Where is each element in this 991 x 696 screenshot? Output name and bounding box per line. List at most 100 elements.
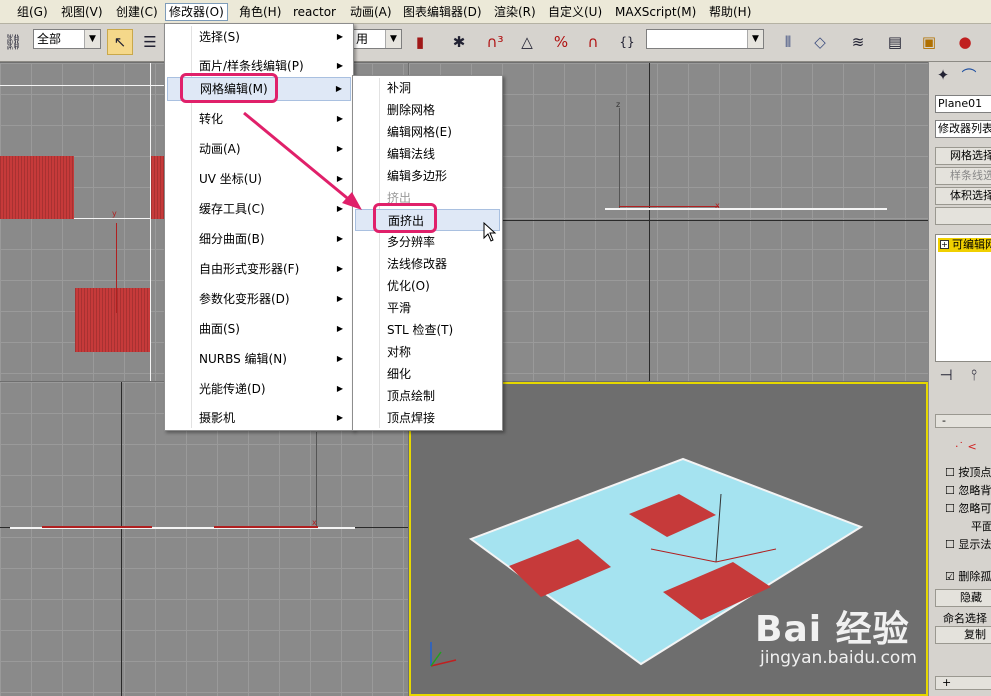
- menu-bar: 组(G) 视图(V) 创建(C) 修改器(O) 角色(H) reactor 动画…: [0, 0, 991, 24]
- menu-item-uv-coordinates[interactable]: UV 坐标(U) ▶: [167, 167, 351, 191]
- submenu-item-cap-holes[interactable]: 补洞: [355, 77, 500, 99]
- angle-snap-icon[interactable]: △: [514, 29, 540, 55]
- chevron-down-icon: ▼: [84, 30, 100, 48]
- select-arrow-icon[interactable]: ↖: [107, 29, 133, 55]
- submenu-arrow-icon: ▶: [336, 32, 343, 41]
- snap-3d-icon[interactable]: ∩³: [482, 29, 508, 55]
- schematic-view-icon[interactable]: ▣: [916, 29, 942, 55]
- select-by-name-icon[interactable]: ☰: [137, 29, 163, 55]
- menu-maxscript[interactable]: MAXScript(M): [612, 3, 699, 21]
- reference-coord-dropdown[interactable]: 用 ▼: [352, 29, 402, 49]
- menu-customize[interactable]: 自定义(U): [545, 3, 605, 21]
- create-tab-icon[interactable]: ✦: [931, 64, 955, 86]
- submenu-item-vertex-paint[interactable]: 顶点绘制: [355, 385, 500, 407]
- submenu-item-tessellate[interactable]: 细化: [355, 363, 500, 385]
- menu-item-surface[interactable]: 曲面(S) ▶: [167, 317, 351, 341]
- menu-item-ffd[interactable]: 自由形式变形器(F) ▶: [167, 257, 351, 281]
- named-selection-dropdown[interactable]: ▼: [646, 29, 764, 49]
- menu-item-animation[interactable]: 动画(A) ▶: [167, 137, 351, 161]
- menu-modifiers[interactable]: 修改器(O): [165, 3, 228, 21]
- submenu-item-edit-mesh[interactable]: 编辑网格(E): [355, 121, 500, 143]
- submenu-item-edit-normals[interactable]: 编辑法线: [355, 143, 500, 165]
- main-toolbar: ⛓ 全部 ▼ ↖ ☰ 用 ▼ ▮ ✱ ∩³ △ % ∩ {} ▼ ⫴ ◇ ≋ ▤…: [0, 24, 991, 62]
- submenu-item-multires[interactable]: 多分辨率: [355, 231, 500, 253]
- menu-create[interactable]: 创建(C): [113, 3, 161, 21]
- submenu-item-optimize[interactable]: 优化(O): [355, 275, 500, 297]
- gizmo-x-axis: [619, 206, 719, 207]
- submenu-arrow-icon: ▶: [336, 174, 343, 183]
- modify-tab-icon[interactable]: ⌒: [957, 64, 981, 86]
- rollout-expand[interactable]: +: [935, 676, 991, 690]
- rollout-collapse[interactable]: -: [935, 414, 991, 428]
- mirror-icon[interactable]: ⫴: [775, 29, 801, 55]
- box-object[interactable]: [0, 156, 74, 219]
- modifier-list-dropdown[interactable]: 修改器列表: [935, 120, 991, 138]
- command-panel: ✦ ⌒ Plane01 修改器列表 网格选择 样条线选择 体积选择 可编辑网格 …: [928, 62, 991, 696]
- selection-filter-dropdown[interactable]: 全部 ▼: [33, 29, 101, 49]
- option-show-normals[interactable]: ☐ 显示法: [945, 536, 991, 552]
- menu-graph-editors[interactable]: 图表编辑器(D): [400, 3, 485, 21]
- menu-item-nurbs-editing[interactable]: NURBS 编辑(N) ▶: [167, 347, 351, 371]
- menu-help[interactable]: 帮助(H): [706, 3, 754, 21]
- percent-snap-icon[interactable]: %: [548, 29, 574, 55]
- hide-button[interactable]: 隐藏: [935, 589, 991, 607]
- expand-plus-icon[interactable]: +: [940, 240, 949, 249]
- submenu-arrow-icon: ▶: [336, 264, 343, 273]
- pin-stack-icon[interactable]: ⊣: [935, 364, 957, 386]
- material-editor-icon[interactable]: ●: [952, 29, 978, 55]
- menu-group[interactable]: 组(G): [14, 3, 51, 21]
- manipulate-icon[interactable]: ✱: [446, 29, 472, 55]
- link-icon[interactable]: ⛓: [0, 29, 26, 55]
- submenu-arrow-icon: ▶: [336, 324, 343, 333]
- menu-item-parametric-deformers[interactable]: 参数化变形器(D) ▶: [167, 287, 351, 311]
- menu-character[interactable]: 角色(H): [236, 3, 284, 21]
- submenu-arrow-icon: ▶: [336, 384, 343, 393]
- vertex-subobject-icon[interactable]: ·˙ <: [955, 440, 977, 453]
- box-object[interactable]: [75, 288, 150, 352]
- menu-views[interactable]: 视图(V): [58, 3, 106, 21]
- box-edge: [214, 526, 318, 528]
- menu-reactor[interactable]: reactor: [290, 3, 339, 21]
- menu-item-conversion[interactable]: 转化 ▶: [167, 107, 351, 131]
- menu-item-radiosity[interactable]: 光能传递(D) ▶: [167, 377, 351, 401]
- submenu-item-vertex-weld[interactable]: 顶点焊接: [355, 407, 500, 429]
- show-end-result-icon[interactable]: ⫯: [963, 364, 985, 386]
- option-ignore-visible[interactable]: ☐ 忽略可: [945, 500, 991, 516]
- menu-rendering[interactable]: 渲染(R): [491, 3, 539, 21]
- submenu-item-edit-poly[interactable]: 编辑多边形: [355, 165, 500, 187]
- copy-button[interactable]: 复制: [935, 626, 991, 644]
- highlight-ring-face-extrude: [373, 203, 437, 233]
- modifier-stack[interactable]: 可编辑网格 +: [935, 234, 991, 362]
- spline-select-button[interactable]: 样条线选择: [935, 167, 991, 185]
- spinner-snap-icon[interactable]: ∩: [580, 29, 606, 55]
- axis-label-x: x: [312, 518, 317, 527]
- submenu-item-stl-check[interactable]: STL 检查(T): [355, 319, 500, 341]
- option-ignore-backfacing[interactable]: ☐ 忽略背: [945, 482, 991, 498]
- grid-major-line: [649, 63, 650, 381]
- layer-manager-icon[interactable]: ≋: [845, 29, 871, 55]
- pivot-icon[interactable]: ▮: [407, 29, 433, 55]
- align-icon[interactable]: ◇: [807, 29, 833, 55]
- menu-item-cache-tools[interactable]: 缓存工具(C) ▶: [167, 197, 351, 221]
- axis-label-x: x: [715, 201, 720, 210]
- submenu-item-normal-modifier[interactable]: 法线修改器: [355, 253, 500, 275]
- option-by-vertex[interactable]: ☐ 按顶点: [945, 464, 991, 480]
- modifier-button-blank[interactable]: [935, 207, 991, 225]
- mesh-select-button[interactable]: 网格选择: [935, 147, 991, 165]
- curve-editor-icon[interactable]: ▤: [882, 29, 908, 55]
- menu-animation[interactable]: 动画(A): [347, 3, 395, 21]
- plane-edge: [605, 208, 887, 210]
- object-name-field[interactable]: Plane01: [935, 95, 991, 113]
- submenu-item-smooth[interactable]: 平滑: [355, 297, 500, 319]
- vol-select-button[interactable]: 体积选择: [935, 187, 991, 205]
- submenu-item-delete-mesh[interactable]: 删除网格: [355, 99, 500, 121]
- option-delete-isolated[interactable]: ☑ 删除孤: [945, 568, 991, 584]
- submenu-item-symmetry[interactable]: 对称: [355, 341, 500, 363]
- box-object[interactable]: [151, 156, 165, 219]
- reference-coord-value: 用: [356, 32, 369, 46]
- edit-named-selection-icon[interactable]: {}: [614, 29, 640, 55]
- menu-item-subdivision[interactable]: 细分曲面(B) ▶: [167, 227, 351, 251]
- mesh-editing-submenu: 补洞 删除网格 编辑网格(E) 编辑法线 编辑多边形 挤出 面挤出 多分辨率 法…: [352, 75, 503, 431]
- menu-item-selection[interactable]: 选择(S) ▶: [167, 25, 351, 49]
- menu-item-camera[interactable]: 摄影机 ▶: [167, 406, 351, 430]
